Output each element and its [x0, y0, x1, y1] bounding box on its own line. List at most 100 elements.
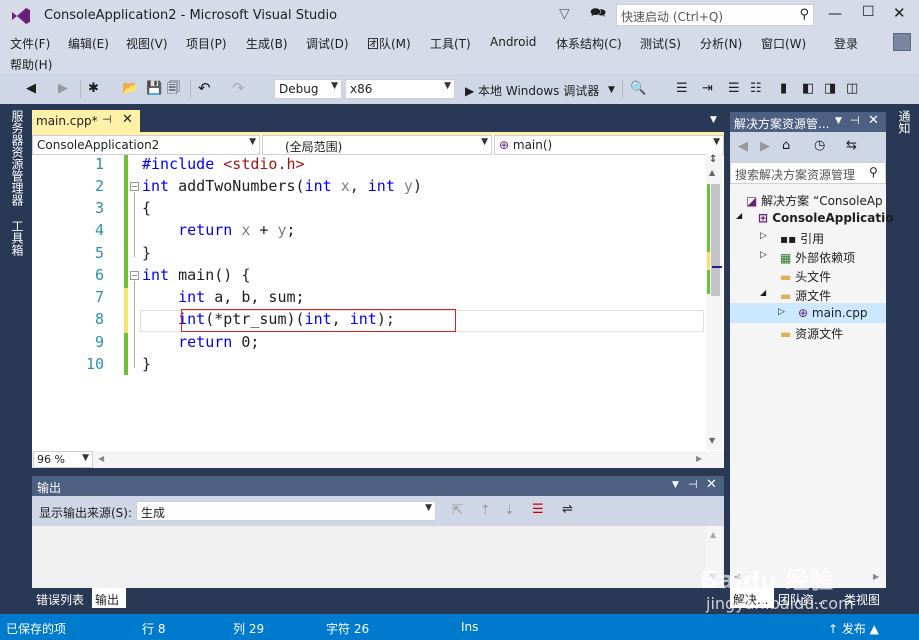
collapsed-icon[interactable]: ▷: [760, 250, 767, 260]
menu-analyze[interactable]: 分析(N): [700, 35, 742, 52]
menu-debug[interactable]: 调试(D): [306, 35, 349, 52]
zoom-combo[interactable]: 96 % ▼: [33, 451, 93, 468]
navigate-forward-icon[interactable]: ▶: [58, 81, 68, 97]
tab-overflow-icon[interactable]: ▼: [710, 115, 717, 125]
platform-combo[interactable]: x86 ▼: [345, 79, 455, 99]
clear-all-icon[interactable]: ☰: [532, 502, 544, 518]
next-message-icon[interactable]: ⇣: [504, 503, 515, 519]
menu-team[interactable]: 团队(M): [367, 35, 411, 52]
toolbox-tab[interactable]: 工具箱: [9, 220, 26, 256]
tab-main-cpp[interactable]: main.cpp* ⊣ ✕: [32, 110, 140, 132]
scroll-down-icon[interactable]: ▼: [709, 436, 715, 445]
open-file-icon[interactable]: 📂: [122, 81, 138, 97]
tree-header-files[interactable]: ▬ 头文件: [780, 268, 831, 285]
menu-help[interactable]: 帮助(H): [10, 56, 52, 73]
code-line-6[interactable]: int main() {: [142, 266, 250, 284]
prev-message-icon[interactable]: ⇡: [480, 503, 491, 519]
menu-architecture[interactable]: 体系结构(C): [556, 35, 622, 52]
scroll-left-icon[interactable]: ◀: [98, 454, 104, 463]
word-wrap-icon[interactable]: ⇌: [562, 502, 573, 518]
code-line-10[interactable]: }: [142, 355, 151, 373]
back-icon[interactable]: ◀: [738, 139, 748, 155]
code-line-3[interactable]: {: [142, 199, 151, 217]
tree-external-deps[interactable]: ▦ 外部依赖项: [780, 249, 855, 266]
start-debugger-button[interactable]: ▶ 本地 Windows 调试器: [465, 82, 599, 99]
collapsed-icon[interactable]: ▷: [778, 307, 785, 317]
quick-launch-input[interactable]: 快速启动 (Ctrl+Q): [621, 8, 723, 25]
close-window-icon[interactable]: ✕: [893, 4, 906, 22]
member-navigation-combo[interactable]: ⊕ main() ▼: [494, 135, 724, 155]
collapse-icon[interactable]: −: [130, 271, 139, 280]
menu-android[interactable]: Android: [490, 35, 536, 49]
search-icon[interactable]: ⚲: [799, 7, 809, 22]
clear-bookmarks-icon[interactable]: ◫: [846, 81, 858, 97]
close-tab-icon[interactable]: ✕: [122, 112, 133, 127]
close-pane-icon[interactable]: ✕: [706, 477, 717, 492]
scroll-up-icon[interactable]: ▲: [710, 530, 716, 539]
maximize-icon[interactable]: ☐: [862, 4, 875, 20]
publish-button[interactable]: ↑ 发布 ▲: [828, 620, 879, 637]
code-line-5[interactable]: }: [142, 244, 151, 262]
pane-menu-icon[interactable]: ▼: [835, 116, 842, 126]
pane-menu-icon[interactable]: ▼: [672, 480, 679, 490]
scroll-up-icon[interactable]: ▲: [709, 168, 715, 177]
output-text-area[interactable]: ▲ ▼: [32, 526, 724, 588]
redo-icon[interactable]: ↷: [232, 80, 245, 96]
code-line-4[interactable]: return x + y;: [142, 221, 295, 239]
new-project-icon[interactable]: ✱: [88, 81, 99, 97]
tab-error-list[interactable]: 错误列表: [36, 591, 84, 608]
collapse-icon[interactable]: −: [130, 182, 139, 191]
search-icon[interactable]: ⚲: [869, 165, 878, 179]
tree-source-files[interactable]: ▬ 源文件: [780, 287, 831, 304]
tree-project[interactable]: ⊞ ConsoleApplicatio: [758, 211, 893, 225]
pin-icon[interactable]: ⊣: [850, 114, 860, 127]
history-icon[interactable]: ◷: [814, 138, 825, 154]
menu-tools[interactable]: 工具(T): [430, 35, 471, 52]
server-explorer-tab[interactable]: 服务器资源管理器: [9, 110, 26, 206]
output-source-combo[interactable]: 生成 ▼: [136, 501, 436, 521]
tree-solution[interactable]: ◪ 解决方案 “ConsoleAp: [746, 192, 883, 209]
next-bookmark-icon[interactable]: ◨: [824, 81, 836, 97]
save-icon[interactable]: 💾: [146, 81, 162, 97]
pin-icon[interactable]: ⊣: [688, 478, 698, 491]
notifications-tab[interactable]: 通知: [896, 110, 913, 134]
split-icon[interactable]: ⇕: [709, 154, 717, 165]
close-pane-icon[interactable]: ✕: [868, 113, 879, 128]
menu-build[interactable]: 生成(B): [246, 35, 288, 52]
uncomment-icon[interactable]: ☷: [750, 81, 762, 97]
scroll-thumb[interactable]: [711, 184, 720, 296]
menu-file[interactable]: 文件(F): [10, 35, 50, 52]
bookmark-icon[interactable]: ▮: [780, 81, 787, 97]
prev-bookmark-icon[interactable]: ◧: [802, 81, 814, 97]
code-line-7[interactable]: int a, b, sum;: [142, 288, 304, 306]
debugger-dropdown-icon[interactable]: ▼: [608, 82, 615, 98]
pin-icon[interactable]: ⊣: [102, 113, 112, 126]
quick-launch-box[interactable]: 快速启动 (Ctrl+Q) ⚲: [616, 4, 814, 26]
tab-output[interactable]: 输出: [92, 588, 126, 608]
outline-icon[interactable]: ☰: [676, 81, 688, 97]
tree-references[interactable]: ▪▪ 引用: [780, 230, 824, 247]
filter-icon[interactable]: ▽: [559, 6, 570, 22]
menu-signin[interactable]: 登录: [834, 35, 858, 52]
configuration-combo[interactable]: Debug ▼: [274, 79, 342, 99]
menu-window[interactable]: 窗口(W): [761, 35, 806, 52]
forward-icon[interactable]: ▶: [760, 139, 770, 155]
project-navigation-combo[interactable]: ConsoleApplication2 ▼: [32, 135, 260, 155]
sync-icon[interactable]: ⇆: [846, 138, 857, 154]
goto-source-icon[interactable]: ⇱: [452, 503, 463, 519]
expanded-icon[interactable]: ◢: [736, 211, 742, 220]
save-all-icon[interactable]: 🗐: [167, 81, 180, 97]
menu-test[interactable]: 测试(S): [640, 35, 681, 52]
scroll-right-icon[interactable]: ▶: [696, 454, 702, 463]
collapsed-icon[interactable]: ▷: [760, 231, 767, 241]
minimize-icon[interactable]: —: [828, 6, 842, 22]
expanded-icon[interactable]: ◢: [760, 288, 766, 297]
solution-search-box[interactable]: 搜索解决方案资源管理 ⚲: [730, 162, 886, 184]
menu-edit[interactable]: 编辑(E): [68, 35, 109, 52]
tree-resource-files[interactable]: ▬ 资源文件: [780, 325, 843, 342]
solution-search-input[interactable]: 搜索解决方案资源管理: [735, 166, 855, 183]
account-avatar[interactable]: [893, 33, 911, 51]
scope-navigation-combo[interactable]: (全局范围) ▼: [262, 135, 492, 155]
editor-vertical-scrollbar[interactable]: ⇕ ▲ ▼: [706, 154, 722, 450]
navigate-back-icon[interactable]: ◀: [26, 81, 36, 97]
